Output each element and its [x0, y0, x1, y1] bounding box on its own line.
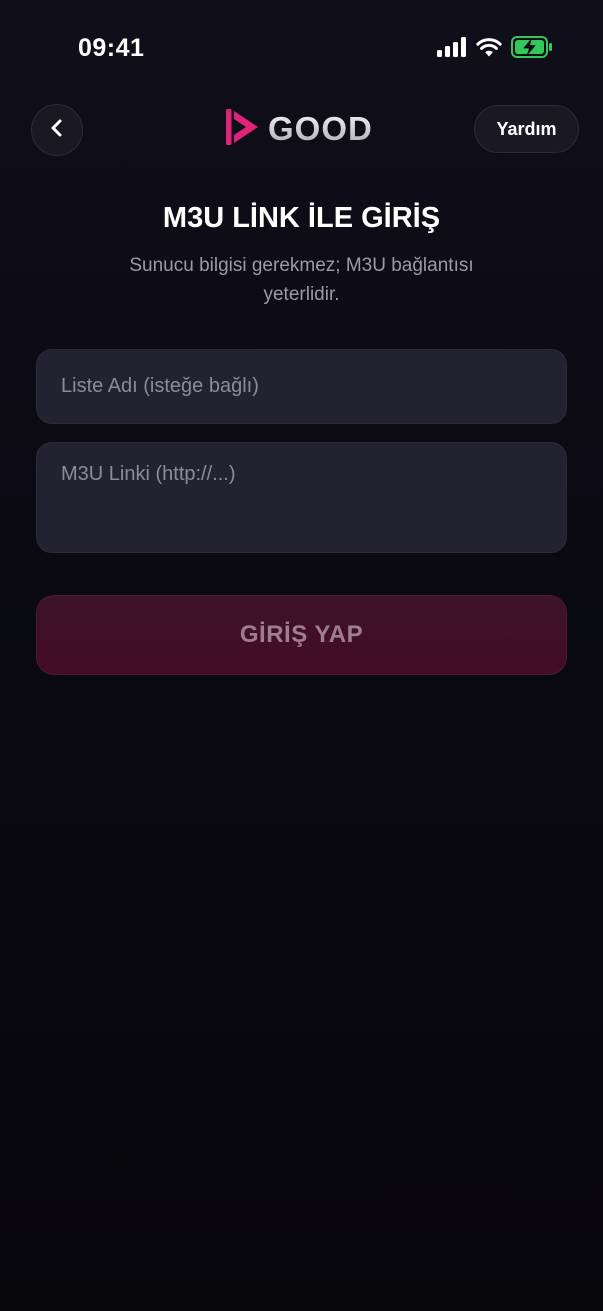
wifi-icon: [476, 37, 502, 62]
page-title: M3U LİNK İLE GİRİŞ: [162, 202, 441, 234]
chevron-left-icon: [48, 118, 66, 143]
back-button[interactable]: [31, 104, 83, 156]
status-icons: [437, 36, 553, 63]
m3u-login-screen: 09:41 GOOD Yardım M3U LİNK İLE GİRİŞ Sun…: [0, 0, 603, 1311]
status-bar: 09:41: [0, 0, 603, 90]
app-logo: GOOD: [224, 108, 373, 150]
play-logo-icon: [224, 106, 262, 153]
help-button[interactable]: Yardım: [474, 105, 579, 153]
cellular-signal-icon: [437, 37, 467, 62]
login-button[interactable]: GİRİŞ YAP: [36, 595, 567, 675]
m3u-link-input[interactable]: [36, 442, 567, 553]
page-subtitle: Sunucu bilgisi gerekmez; M3U bağlantısı …: [129, 255, 474, 305]
battery-charging-icon: [511, 36, 553, 63]
logo-text: GOOD: [268, 110, 373, 147]
status-time: 09:41: [78, 34, 145, 62]
list-name-input[interactable]: [36, 349, 567, 424]
